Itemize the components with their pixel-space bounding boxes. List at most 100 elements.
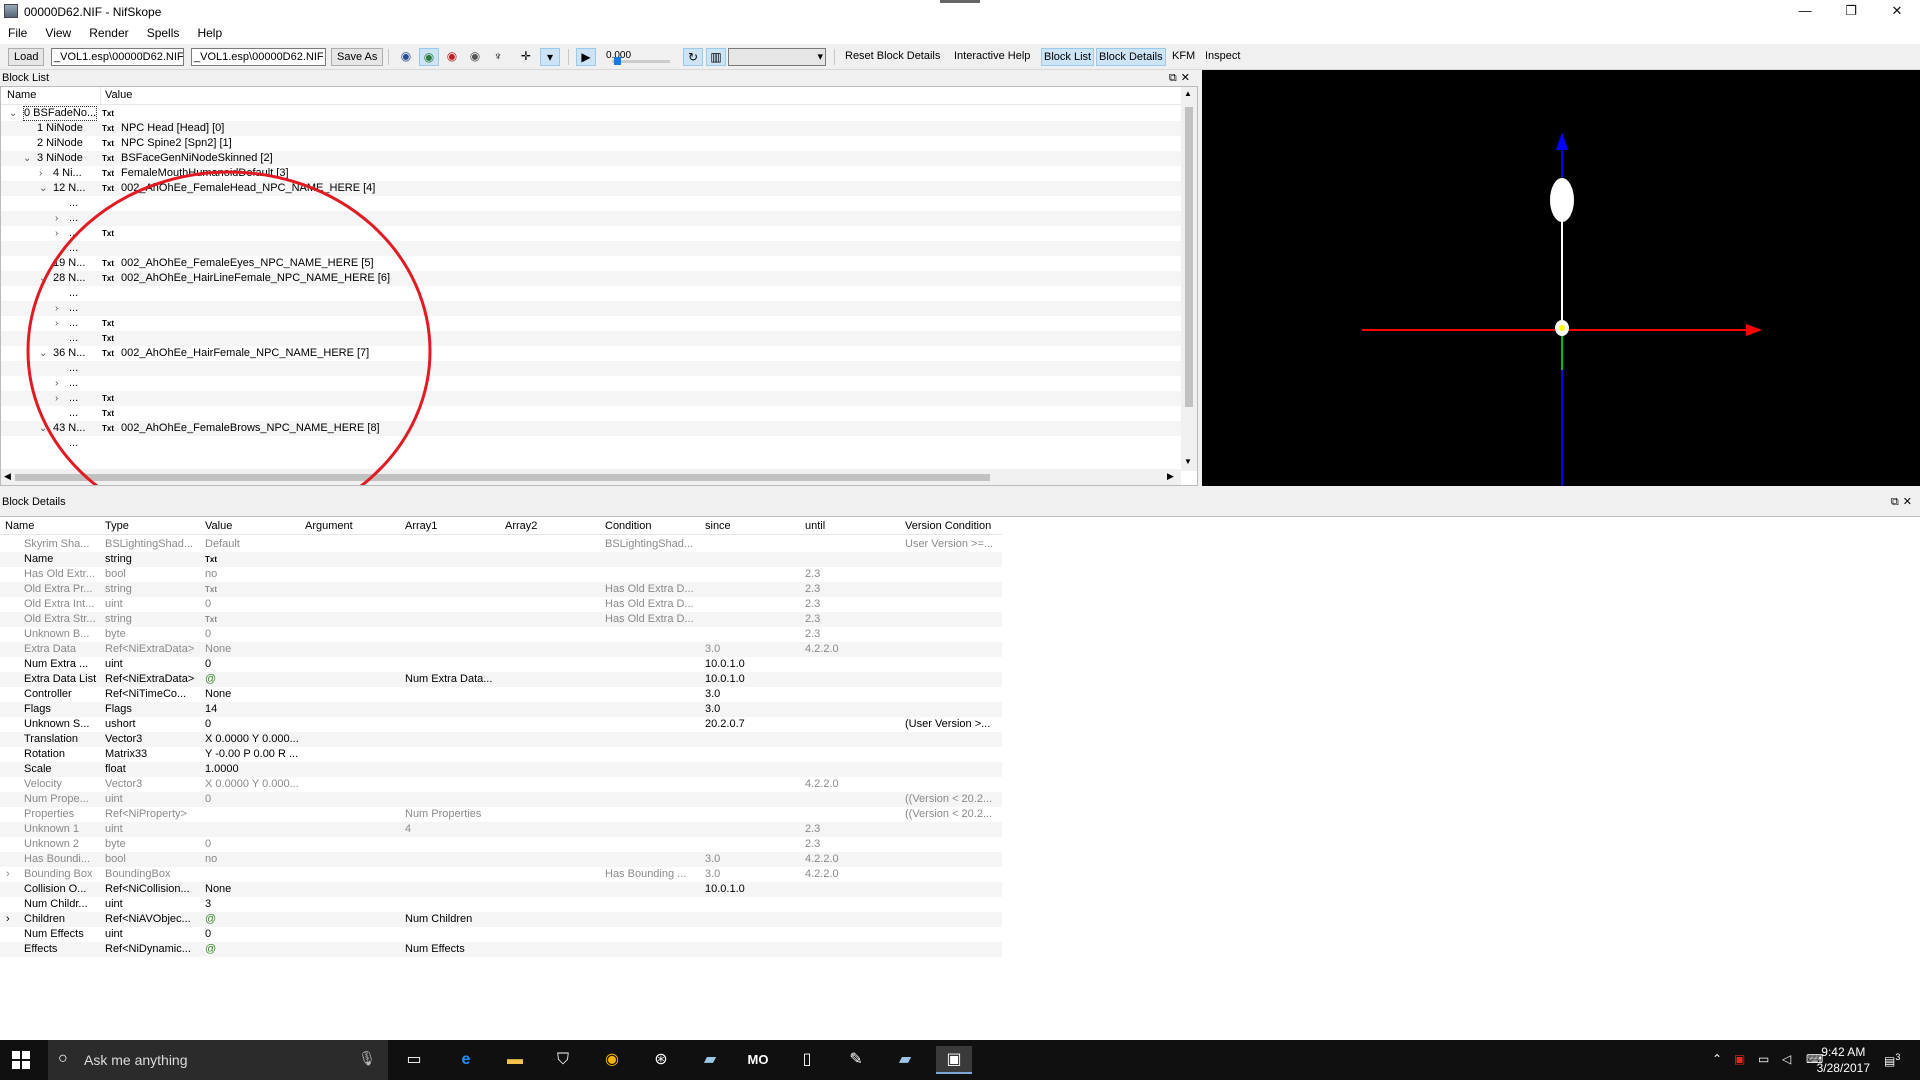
details-row[interactable]: Has Boundi... bool no 3.0 4.2.2.0 — [0, 852, 1002, 867]
chevron-down-icon[interactable]: ⌄ — [23, 151, 31, 166]
edge-icon[interactable]: e — [448, 1046, 484, 1074]
col-argument[interactable]: Argument — [305, 520, 353, 532]
details-row[interactable]: Num Extra ... uint 0 10.0.1.0 — [0, 657, 1002, 672]
details-cell-value[interactable]: 1.0000 — [205, 762, 301, 777]
steam-icon[interactable]: ⊛ — [643, 1046, 679, 1074]
col-condition[interactable]: Condition — [605, 520, 651, 532]
details-row[interactable]: Skyrim Sha... BSLightingShad... Default BSL… — [0, 537, 1002, 552]
tray-app-icon[interactable]: ▣ — [1734, 1052, 1745, 1066]
tree-row[interactable]: ⌄ 0 BSFadeNo... Txt — [1, 106, 1181, 121]
details-cell-value[interactable]: 0 — [205, 717, 301, 732]
save-as-button[interactable]: Save As — [331, 48, 384, 66]
tree-row[interactable]: ⌄ 3 NiNode Txt BSFaceGenNiNodeSkinned [2] — [1, 151, 1181, 166]
col-version-condition[interactable]: Version Condition — [905, 520, 991, 532]
details-cell-value[interactable]: None — [205, 882, 301, 897]
details-row[interactable]: Properties Ref<NiProperty> Num Properties (… — [0, 807, 1002, 822]
network-icon[interactable]: ▭ — [1758, 1052, 1769, 1066]
document-icon[interactable]: ▯ — [789, 1046, 825, 1074]
details-cell-value[interactable]: 3 — [205, 897, 301, 912]
view-dropdown-icon[interactable]: ▾ — [540, 48, 560, 66]
nifskope-taskbar-icon[interactable]: ▣ — [936, 1046, 972, 1074]
close-panel-icon[interactable]: ✕ — [1903, 496, 1916, 508]
details-row[interactable]: Old Extra Pr... string Txt Has Old Extra D.… — [0, 582, 1002, 597]
interactive-help-button[interactable]: Interactive Help — [954, 48, 1030, 66]
task-view-icon[interactable]: ▭ — [396, 1046, 432, 1074]
col-name[interactable]: Name — [5, 520, 34, 532]
details-cell-value[interactable]: X 0.0000 Y 0.000... — [205, 777, 301, 792]
tree-row[interactable]: 2 NiNode Txt NPC Spine2 [Spn2] [1] — [1, 136, 1181, 151]
chrome-icon[interactable]: ◉ — [594, 1046, 630, 1074]
volume-icon[interactable]: ◁ — [1782, 1052, 1791, 1066]
menu-file[interactable]: File — [0, 24, 34, 40]
col-until[interactable]: until — [805, 520, 825, 532]
array-link-icon[interactable]: @ — [205, 942, 301, 957]
editor-icon[interactable]: ▰ — [887, 1046, 923, 1074]
tree-row[interactable]: 1 NiNode Txt NPC Head [Head] [0] — [1, 121, 1181, 136]
chevron-right-icon[interactable]: › — [6, 867, 10, 882]
details-row[interactable]: Rotation Matrix33 Y -0.00 P 0.00 R ... — [0, 747, 1002, 762]
details-row[interactable]: Collision O... Ref<NiCollision... None 10.0… — [0, 882, 1002, 897]
maximize-button[interactable]: ❐ — [1828, 0, 1874, 24]
details-row[interactable]: Num Prope... uint 0 ((Version < 20.2... — [0, 792, 1002, 807]
file-explorer-icon[interactable]: ▬ — [497, 1046, 533, 1074]
block-list-tree[interactable]: Name Value ⌄ 0 BSFadeNo... Txt 1 NiNode Txt N… — [0, 86, 1198, 486]
scroll-up-icon[interactable]: ▲ — [1184, 89, 1192, 98]
eye-green-icon[interactable]: ◉ — [419, 48, 439, 66]
menu-render[interactable]: Render — [81, 24, 135, 40]
paint-icon[interactable]: ✎ — [838, 1046, 874, 1074]
render-viewport[interactable] — [1202, 70, 1920, 486]
details-cell-value[interactable]: Txt — [205, 552, 301, 567]
close-button[interactable]: ✕ — [1874, 0, 1920, 24]
menu-view[interactable]: View — [37, 24, 78, 40]
details-row[interactable]: Unknown 1 uint 4 2.3 — [0, 822, 1002, 837]
details-cell-value[interactable]: 0 — [205, 627, 301, 642]
tree-row-value[interactable]: NPC Head [Head] [0] — [121, 121, 224, 136]
axes-icon[interactable]: ✛ — [516, 48, 536, 66]
title-drag-handle[interactable] — [940, 0, 980, 3]
details-row[interactable]: Num Effects uint 0 — [0, 927, 1002, 942]
details-cell-value[interactable]: None — [205, 687, 301, 702]
close-panel-icon[interactable]: ✕ — [1181, 72, 1194, 84]
details-cell-value[interactable]: Txt — [205, 612, 301, 627]
details-cell-value[interactable]: 0 — [205, 792, 301, 807]
chevron-down-icon[interactable]: ⌄ — [9, 106, 17, 121]
details-row[interactable]: Velocity Vector3 X 0.0000 Y 0.000... 4.2.2.… — [0, 777, 1002, 792]
array-link-icon[interactable]: @ — [205, 672, 301, 687]
block-list-vscroll[interactable]: ▲ ▼ — [1181, 87, 1197, 471]
chevron-right-icon[interactable]: › — [6, 912, 10, 927]
scroll-right-icon[interactable]: ▶ — [1167, 471, 1174, 482]
details-cell-value[interactable]: Default — [205, 537, 301, 552]
notification-icon[interactable]: ▤3 — [1884, 1052, 1900, 1068]
details-cell-value[interactable]: no — [205, 852, 301, 867]
tray-chevron-icon[interactable]: ⌃ — [1712, 1052, 1722, 1066]
kfm-button[interactable]: KFM — [1172, 48, 1195, 66]
col-type[interactable]: Type — [105, 520, 129, 532]
details-row[interactable]: Extra Data List Ref<NiExtraData> @ Num Extr… — [0, 672, 1002, 687]
tree-row-value[interactable]: NPC Spine2 [Spn2] [1] — [121, 136, 232, 151]
col-array1[interactable]: Array1 — [405, 520, 437, 532]
details-row[interactable]: Has Old Extr... bool no 2.3 — [0, 567, 1002, 582]
details-row[interactable]: Old Extra Int... uint 0 Has Old Extra D... 2… — [0, 597, 1002, 612]
eye-icon[interactable]: ◉ — [396, 48, 416, 66]
save-path-input[interactable]: _VOL1.esp\00000D62.NIF — [191, 48, 326, 66]
animation-select[interactable]: ▾ — [728, 48, 826, 66]
details-row[interactable]: Old Extra Str... string Txt Has Old Extra D… — [0, 612, 1002, 627]
details-cell-value[interactable]: Y -0.00 P 0.00 R ... — [205, 747, 301, 762]
details-row[interactable]: › Children Ref<NiAVObjec... @ Num Children — [0, 912, 1002, 927]
details-cell-value[interactable]: None — [205, 642, 301, 657]
details-row[interactable]: Unknown 2 byte 0 2.3 — [0, 837, 1002, 852]
store-icon[interactable]: ⛉ — [545, 1046, 581, 1074]
cortana-search[interactable]: ○ Ask me anything 🎙 — [48, 1040, 388, 1080]
details-cell-value[interactable]: no — [205, 567, 301, 582]
details-row[interactable]: Controller Ref<NiTimeCo... None 3.0 — [0, 687, 1002, 702]
load-path-input[interactable]: _VOL1.esp\00000D62.NIF — [51, 48, 184, 66]
details-row[interactable]: Scale float 1.0000 — [0, 762, 1002, 777]
scroll-down-icon[interactable]: ▼ — [1184, 457, 1192, 466]
time-slider[interactable]: 0.000 — [606, 48, 670, 66]
notepad-icon[interactable]: ▰ — [692, 1046, 728, 1074]
loop-icon[interactable]: ↻ — [683, 48, 703, 66]
block-details-table[interactable]: Name Type Value Argument Array1 Array2 C… — [0, 516, 1920, 1040]
minimize-button[interactable]: — — [1782, 0, 1828, 24]
details-cell-value[interactable]: 14 — [205, 702, 301, 717]
scroll-left-icon[interactable]: ◀ — [4, 471, 11, 482]
